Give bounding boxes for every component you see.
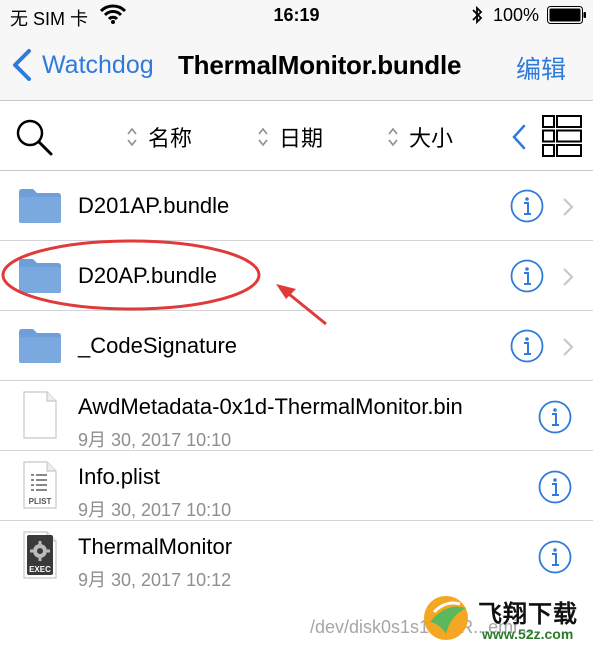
watermark-url: www.52z.com bbox=[482, 626, 574, 642]
list-item[interactable]: _CodeSignature bbox=[0, 311, 593, 381]
bluetooth-icon bbox=[472, 5, 483, 25]
info-icon[interactable] bbox=[538, 400, 572, 434]
document-icon bbox=[23, 391, 57, 439]
file-name: AwdMetadata-0x1d-ThermalMonitor.bin bbox=[78, 394, 463, 419]
navigation-bar: Watchdog ThermalMonitor.bundle 编辑 bbox=[0, 30, 593, 101]
watermark-logo-icon bbox=[424, 596, 468, 640]
search-icon[interactable] bbox=[14, 117, 54, 157]
sort-by-date-button[interactable]: 日期 bbox=[257, 121, 323, 153]
sort-name-label: 名称 bbox=[148, 126, 193, 151]
sort-arrows-icon bbox=[258, 127, 268, 147]
sort-by-size-button[interactable]: 大小 bbox=[387, 121, 453, 153]
sort-size-label: 大小 bbox=[409, 126, 454, 151]
chevron-right-icon[interactable] bbox=[562, 197, 574, 217]
file-date: 9月 30, 2017 10:10 bbox=[78, 430, 232, 450]
sort-toolbar: 名称 日期 大小 bbox=[0, 101, 593, 171]
folder-icon bbox=[19, 329, 61, 363]
watermark: 飞翔下载 www.52z.com bbox=[420, 590, 590, 650]
list-item[interactable]: AwdMetadata-0x1d-ThermalMonitor.bin 9月 3… bbox=[0, 381, 593, 451]
plist-file-icon: PLIST bbox=[23, 461, 57, 509]
watermark-name: 飞翔下载 bbox=[478, 601, 578, 628]
folder-icon bbox=[19, 189, 61, 223]
sort-arrows-icon bbox=[388, 127, 398, 147]
svg-text:EXEC: EXEC bbox=[29, 565, 51, 574]
file-date: 9月 30, 2017 10:10 bbox=[78, 500, 232, 520]
chevron-left-icon[interactable] bbox=[510, 123, 528, 151]
battery-icon bbox=[547, 6, 586, 24]
svg-text:PLIST: PLIST bbox=[29, 497, 52, 506]
file-name: D20AP.bundle bbox=[78, 263, 218, 288]
file-name: Info.plist bbox=[78, 464, 160, 489]
folder-icon bbox=[19, 259, 61, 293]
list-item[interactable]: PLIST Info.plist 9月 30, 2017 10:10 bbox=[0, 451, 593, 521]
info-icon[interactable] bbox=[538, 470, 572, 504]
battery-percent: 100% bbox=[493, 5, 540, 25]
sort-date-label: 日期 bbox=[279, 126, 324, 151]
file-date: 9月 30, 2017 10:12 bbox=[78, 570, 232, 590]
sort-by-name-button[interactable]: 名称 bbox=[126, 121, 192, 153]
back-button[interactable]: Watchdog bbox=[10, 48, 154, 82]
file-name: D201AP.bundle bbox=[78, 193, 230, 218]
info-icon[interactable] bbox=[510, 329, 544, 363]
list-view-icon[interactable] bbox=[542, 115, 582, 157]
status-bar: 无 SIM 卡 16:19 100% bbox=[0, 0, 593, 30]
file-name: _CodeSignature bbox=[78, 333, 238, 358]
list-item[interactable]: D20AP.bundle bbox=[0, 241, 593, 311]
back-label: Watchdog bbox=[42, 50, 154, 79]
sort-arrows-icon bbox=[127, 127, 137, 147]
chevron-right-icon[interactable] bbox=[562, 337, 574, 357]
file-name: ThermalMonitor bbox=[78, 534, 233, 559]
chevron-right-icon[interactable] bbox=[562, 267, 574, 287]
info-icon[interactable] bbox=[510, 259, 544, 293]
chevron-left-icon bbox=[13, 49, 31, 81]
info-icon[interactable] bbox=[510, 189, 544, 223]
edit-button[interactable]: 编辑 bbox=[516, 50, 566, 86]
page-title: ThermalMonitor.bundle bbox=[178, 50, 462, 80]
info-icon[interactable] bbox=[538, 540, 572, 574]
list-item[interactable]: D201AP.bundle bbox=[0, 171, 593, 241]
executable-file-icon: EXEC bbox=[23, 531, 57, 579]
list-item[interactable]: EXEC ThermalMonitor 9月 30, 2017 10:12 bbox=[0, 521, 593, 591]
